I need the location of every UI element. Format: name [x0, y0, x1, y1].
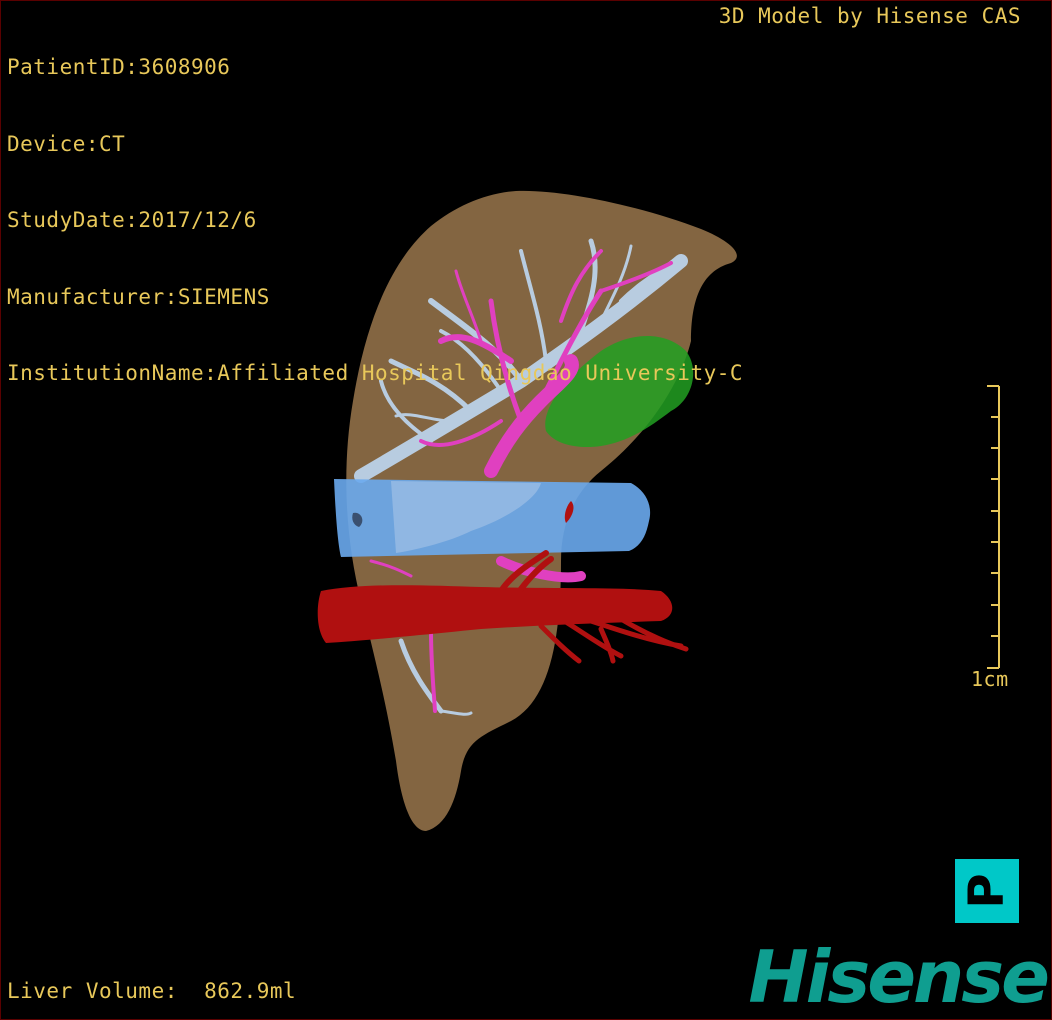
manufacturer-text: Manufacturer:SIEMENS	[7, 284, 270, 309]
orientation-cube[interactable]: P	[955, 859, 1019, 923]
patient-info-overlay: PatientID:3608906 Device:CT StudyDate:20…	[7, 4, 743, 438]
model-credit-text: 3D Model by Hisense CAS	[718, 4, 1021, 28]
hisense-logo: Hisense	[748, 935, 1050, 1019]
device-text: Device:CT	[7, 131, 126, 156]
liver-volume-text: Liver Volume: 862.9ml	[7, 979, 297, 1003]
scale-label: 1cm	[971, 667, 1009, 691]
patient-id-text: PatientID:3608906	[7, 55, 231, 79]
orientation-marker-label: P	[959, 873, 1015, 909]
3d-viewport[interactable]: PatientID:3608906 Device:CT StudyDate:20…	[0, 0, 1052, 1020]
study-date-text: StudyDate:2017/12/6	[7, 208, 257, 232]
institution-text: InstitutionName:Affiliated Hospital Qing…	[7, 361, 744, 385]
